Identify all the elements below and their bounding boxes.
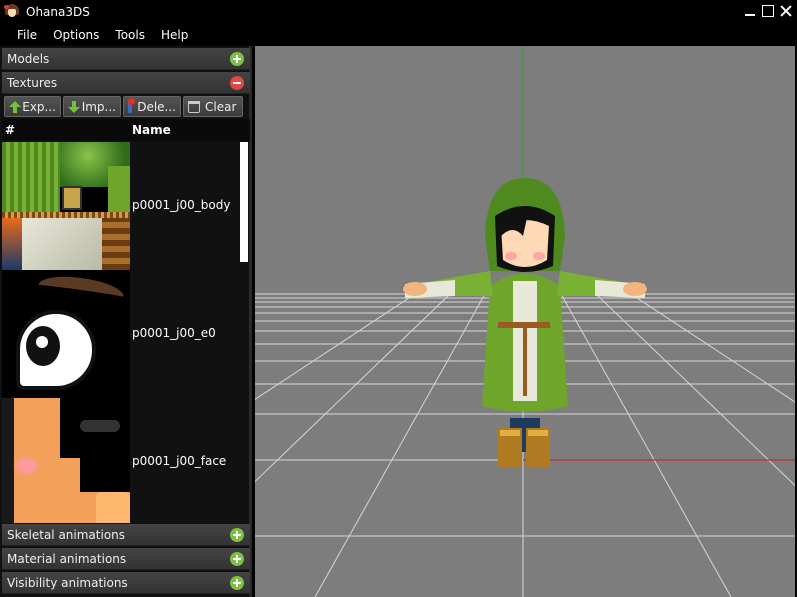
texture-thumbnail [2,398,130,523]
texture-row[interactable]: p0001_j00_body [2,142,240,270]
texture-name: p0001_j00_e0 [132,326,216,340]
section-material-label: Material animations [7,551,127,566]
menu-tools[interactable]: Tools [107,24,153,46]
texture-thumbnail [2,142,130,270]
minimize-icon[interactable] [743,4,757,18]
texture-row[interactable]: p0001_j00_face [2,398,240,523]
menu-bar: File Options Tools Help [0,24,797,46]
menu-options[interactable]: Options [45,24,107,46]
import-label: Imp... [81,99,116,114]
expand-icon[interactable] [230,52,244,66]
delete-label: Dele... [137,99,176,114]
section-skeletal-label: Skeletal animations [7,527,126,542]
3d-viewport[interactable] [255,46,795,597]
expand-icon[interactable] [230,552,244,566]
app-icon [4,4,20,20]
section-visibility-label: Visibility animations [7,575,128,590]
texture-toolbar: Exp... Imp... Dele... Clear [2,96,250,118]
menu-file[interactable]: File [9,24,45,46]
section-visibility-animations[interactable]: Visibility animations [2,572,250,594]
texture-name: p0001_j00_body [132,198,231,212]
section-models-label: Models [7,51,50,66]
close-icon[interactable] [779,4,793,18]
section-models[interactable]: Models [2,48,250,70]
character-model [403,178,647,468]
menu-help[interactable]: Help [153,24,196,46]
collapse-icon[interactable] [230,76,244,90]
viewport-scene [255,46,795,597]
texture-list-header: # Name [2,119,250,141]
texture-row[interactable]: p0001_j00_e0 [2,270,240,398]
column-index[interactable]: # [5,123,15,137]
export-label: Exp... [22,99,56,114]
import-arrow-icon [68,100,80,113]
expand-icon[interactable] [230,576,244,590]
expand-icon[interactable] [230,528,244,542]
clear-button[interactable]: Clear [183,96,243,117]
title-bar: Ohana3DS [0,0,797,24]
maximize-icon[interactable] [761,4,775,18]
section-material-animations[interactable]: Material animations [2,548,250,570]
export-arrow-icon [9,100,22,113]
trash-icon [188,100,200,113]
section-textures-label: Textures [7,75,58,90]
delete-button[interactable]: Dele... [123,96,181,117]
window-title: Ohana3DS [26,5,90,19]
scrollbar[interactable] [240,142,248,262]
column-name[interactable]: Name [132,123,171,137]
delete-image-icon [128,97,136,113]
export-button[interactable]: Exp... [4,96,61,117]
clear-label: Clear [205,99,237,114]
texture-name: p0001_j00_face [132,454,227,468]
texture-list: p0001_j00_body p0001_j00_e0 p0001_j00_fa… [2,142,250,523]
texture-thumbnail [2,270,130,398]
side-panel: Models Textures Exp... Imp... Dele... Cl… [0,46,252,597]
section-textures[interactable]: Textures [2,72,250,94]
import-button[interactable]: Imp... [63,96,121,117]
section-skeletal-animations[interactable]: Skeletal animations [2,524,250,546]
